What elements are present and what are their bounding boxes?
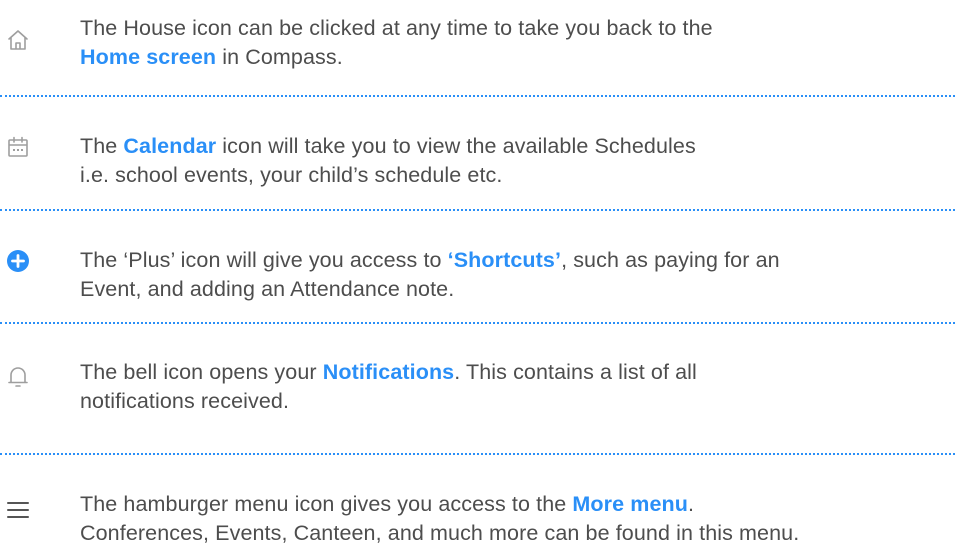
text-segment: notifications received. [80,389,290,413]
text-segment: in Compass. [216,45,343,69]
text-segment: The House icon can be clicked at any tim… [80,16,713,40]
text-segment: Conferences, Events, Canteen, and much m… [80,521,800,545]
item-description: The House icon can be clicked at any tim… [80,14,940,72]
house-icon [6,28,30,52]
text-segment: The bell icon opens your [80,360,323,384]
dotted-divider [0,453,955,455]
item-description: The Calendar icon will take you to view … [80,132,940,190]
dotted-divider [0,95,955,97]
highlight-term: ‘Shortcuts’ [447,248,562,272]
item-description: The ‘Plus’ icon will give you access to … [80,246,940,304]
highlight-term: Notifications [322,360,455,384]
highlight-term: Home screen [80,45,217,69]
text-segment: , such as paying for an [561,248,780,272]
dotted-divider [0,209,955,211]
text-segment: The ‘Plus’ icon will give you access to [80,248,448,272]
text-segment: . This contains a list of all [454,360,697,384]
highlight-term: More menu [572,492,688,516]
text-segment: The [80,134,124,158]
highlight-term: Calendar [123,134,217,158]
text-segment: The hamburger menu icon gives you access… [80,492,573,516]
hamburger-menu-icon [6,498,30,522]
text-segment: . [688,492,695,516]
calendar-icon [6,135,30,159]
text-segment: icon will take you to view the available… [216,134,696,158]
text-segment: i.e. school events, your child’s schedul… [80,163,503,187]
item-description: The bell icon opens your Notifications. … [80,358,940,416]
dotted-divider [0,322,955,324]
bell-icon [6,364,30,388]
text-segment: Event, and adding an Attendance note. [80,277,455,301]
plus-circle-icon [6,249,30,273]
item-description: The hamburger menu icon gives you access… [80,490,940,548]
